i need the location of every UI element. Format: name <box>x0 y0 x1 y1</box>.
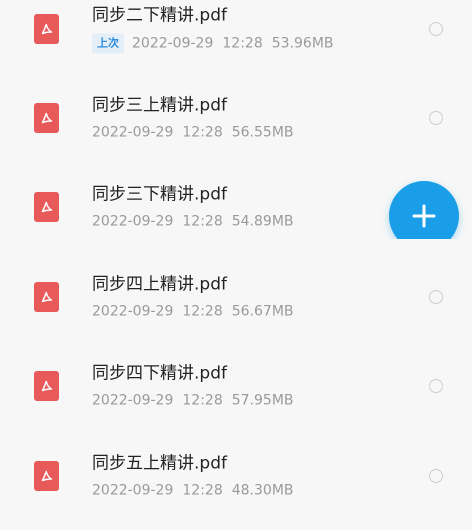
file-time: 12:28 <box>182 303 223 320</box>
radio-circle-icon[interactable] <box>429 289 443 304</box>
pdf-icon <box>34 281 59 312</box>
file-size: 57.95MB <box>231 392 294 409</box>
file-name: 同步四下精讲.pdf <box>92 363 227 384</box>
file-row[interactable]: 同步三上精讲.pdf 2022-09-29 12:28 56.55MB <box>0 73 472 162</box>
file-name: 同步三上精讲.pdf <box>92 95 227 116</box>
file-time: 12:28 <box>182 124 223 141</box>
file-date: 2022-09-29 <box>92 303 174 320</box>
radio-circle-icon[interactable] <box>429 468 443 483</box>
file-time: 12:28 <box>182 213 223 230</box>
file-size: 48.30MB <box>231 482 294 499</box>
file-name: 同步四上精讲.pdf <box>92 274 227 295</box>
pdf-icon <box>34 103 59 134</box>
file-date: 2022-09-29 <box>92 392 174 409</box>
file-date: 2022-09-29 <box>92 482 174 499</box>
last-opened-badge: 上次 <box>92 33 124 54</box>
file-meta: 2022-09-29 12:28 57.95MB <box>92 392 294 410</box>
file-meta: 2022-09-29 12:28 56.55MB <box>92 124 294 142</box>
file-row[interactable]: 同步二下精讲.pdf 上次 2022-09-29 12:28 53.96MB <box>0 0 472 73</box>
radio-circle-icon[interactable] <box>429 21 443 36</box>
file-name: 同步五上精讲.pdf <box>92 453 227 474</box>
file-meta: 2022-09-29 12:28 56.67MB <box>92 302 294 320</box>
file-size: 56.67MB <box>231 303 294 320</box>
file-time: 12:28 <box>182 392 223 409</box>
file-row[interactable]: 同步四下精讲.pdf 2022-09-29 12:28 57.95MB <box>0 342 472 431</box>
file-time: 12:28 <box>182 482 223 499</box>
file-date: 2022-09-29 <box>92 213 174 230</box>
file-time: 12:28 <box>222 35 263 52</box>
pdf-icon <box>34 371 59 402</box>
file-row[interactable]: 同步五上精讲.pdf 2022-09-29 12:28 48.30MB <box>0 431 472 520</box>
file-size: 56.55MB <box>231 124 294 141</box>
file-name: 同步二下精讲.pdf <box>92 5 227 26</box>
radio-circle-icon[interactable] <box>429 111 443 126</box>
file-size: 54.89MB <box>231 213 294 230</box>
file-meta: 上次 2022-09-29 12:28 53.96MB <box>92 33 334 54</box>
pdf-icon <box>34 13 59 44</box>
file-date: 2022-09-29 <box>92 124 174 141</box>
file-date: 2022-09-29 <box>132 35 214 52</box>
file-meta: 2022-09-29 12:28 54.89MB <box>92 213 294 231</box>
file-name: 同步三下精讲.pdf <box>92 184 227 205</box>
file-size: 53.96MB <box>271 35 334 52</box>
radio-circle-icon[interactable] <box>429 379 443 394</box>
pdf-icon <box>34 192 59 223</box>
pdf-icon <box>34 460 59 491</box>
file-meta: 2022-09-29 12:28 48.30MB <box>92 481 294 499</box>
plus-icon <box>412 204 436 228</box>
fab-cut-overlay <box>380 239 472 269</box>
